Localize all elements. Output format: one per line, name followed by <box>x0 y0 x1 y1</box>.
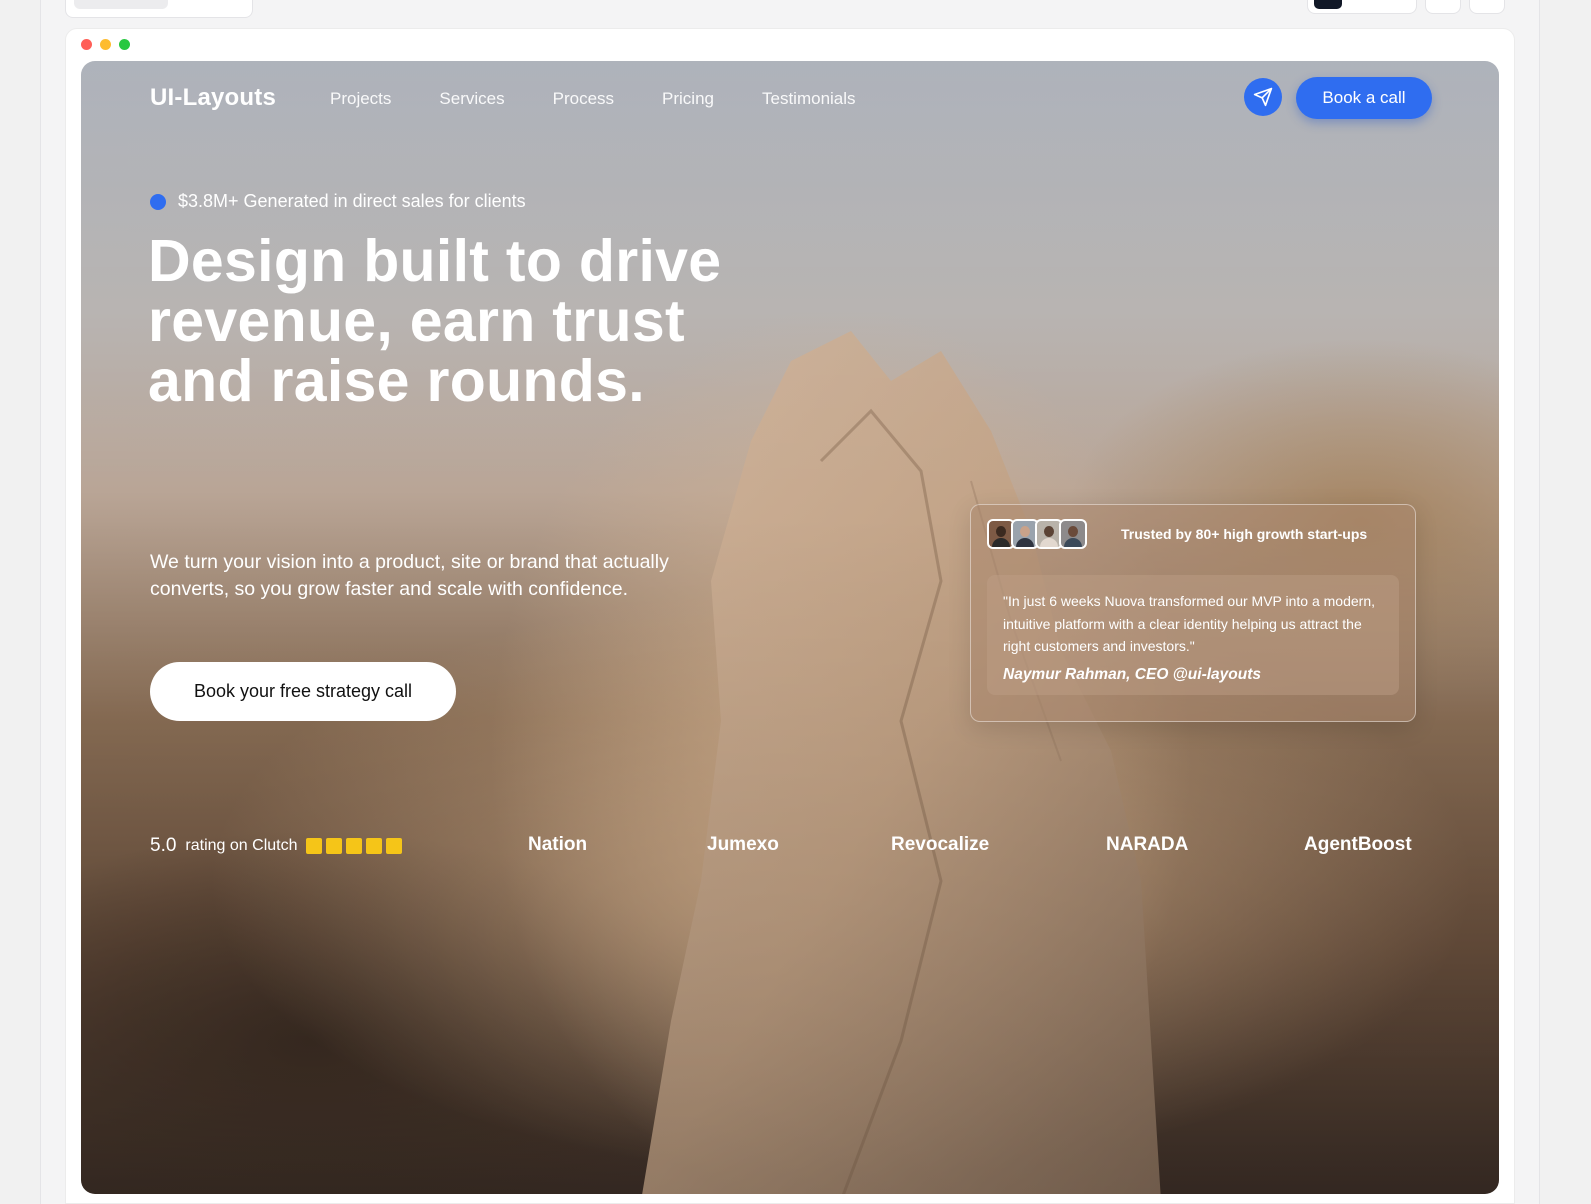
rating-label: rating on Clutch <box>185 837 298 854</box>
top-tab[interactable] <box>65 0 253 18</box>
code-icon[interactable] <box>1469 0 1505 14</box>
refresh-icon[interactable] <box>1425 0 1461 14</box>
window-controls <box>81 39 130 50</box>
rating-stars <box>306 838 403 854</box>
clutch-rating: 5.0 rating on Clutch <box>150 835 403 857</box>
nav-link-pricing[interactable]: Pricing <box>662 89 714 109</box>
paper-plane-icon <box>1253 87 1273 107</box>
rating-score: 5.0 <box>150 835 177 856</box>
brand-logo-narada: NARADA <box>1106 834 1189 855</box>
maximize-window-button[interactable] <box>119 39 130 50</box>
toolbar <box>1307 0 1505 14</box>
testimonial-quote: "In just 6 weeks Nuova transformed our M… <box>1003 593 1375 654</box>
testimonial-author: Naymur Rahman, CEO @ui-layouts <box>1003 666 1261 683</box>
headline-line-2: revenue, earn trust <box>148 288 685 354</box>
brand-logo-agentboost: AgentBoost <box>1304 834 1412 855</box>
hero-subtext: We turn your vision into a product, site… <box>150 551 669 600</box>
headline-line-3: and raise rounds. <box>148 348 645 414</box>
nav-link-testimonials[interactable]: Testimonials <box>762 89 856 109</box>
hero-section: UI-Layouts Projects Services Process Pri… <box>81 61 1499 1194</box>
avatar-stack <box>987 519 1087 549</box>
headline-line-1: Design built to drive <box>148 228 722 294</box>
send-message-button[interactable] <box>1244 78 1282 116</box>
avatar <box>1059 519 1087 549</box>
minimize-window-button[interactable] <box>100 39 111 50</box>
sales-tag: $3.8M+ Generated in direct sales for cli… <box>150 191 526 212</box>
brand-logo-nation: Nation <box>528 834 588 855</box>
quote-box: "In just 6 weeks Nuova transformed our M… <box>987 575 1399 695</box>
desktop-view-icon[interactable] <box>1314 0 1342 9</box>
book-call-button[interactable]: Book a call <box>1296 77 1432 119</box>
nav-link-projects[interactable]: Projects <box>330 89 391 109</box>
star-icon <box>346 838 363 854</box>
testimonial-card: Trusted by 80+ high growth start-ups "In… <box>970 504 1416 722</box>
trusted-text: Trusted by 80+ high growth start-ups <box>1121 526 1368 542</box>
brand-logo-jumexo: Jumexo <box>707 834 779 855</box>
star-icon <box>386 838 403 854</box>
star-icon <box>306 838 323 854</box>
close-window-button[interactable] <box>81 39 92 50</box>
brand-logo-revocalize: Revocalize <box>891 834 990 855</box>
hero-headline: Design built to drive revenue, earn trus… <box>148 231 848 411</box>
tablet-view-icon[interactable] <box>1348 0 1376 9</box>
rock-formation-illustration <box>642 331 1161 1194</box>
viewport-toggle-group <box>1307 0 1417 14</box>
nav-links: Projects Services Process Pricing Testim… <box>330 89 904 109</box>
star-icon <box>326 838 343 854</box>
mobile-view-icon[interactable] <box>1382 0 1410 9</box>
star-icon <box>366 838 383 854</box>
top-tab-inner <box>74 0 168 9</box>
strategy-call-button[interactable]: Book your free strategy call <box>150 662 456 721</box>
site-nav: UI-Layouts Projects Services Process Pri… <box>81 61 1499 136</box>
tag-dot-icon <box>150 193 166 210</box>
site-logo[interactable]: UI-Layouts <box>150 84 276 112</box>
sales-tag-text: $3.8M+ Generated in direct sales for cli… <box>178 191 526 211</box>
nav-link-process[interactable]: Process <box>553 89 614 109</box>
nav-link-services[interactable]: Services <box>439 89 504 109</box>
